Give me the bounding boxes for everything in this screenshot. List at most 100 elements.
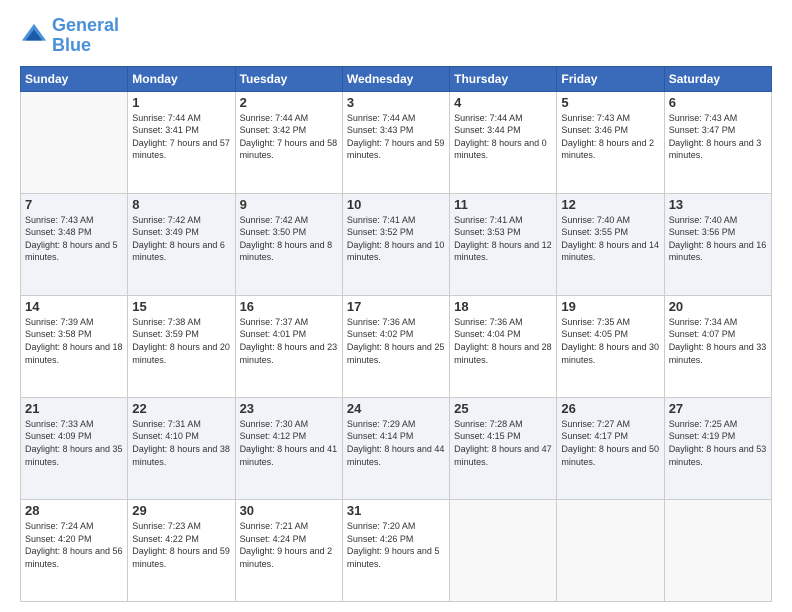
calendar-week-row: 7 Sunrise: 7:43 AMSunset: 3:48 PMDaylight…	[21, 193, 772, 295]
calendar-cell: 19 Sunrise: 7:35 AMSunset: 4:05 PMDayligh…	[557, 295, 664, 397]
calendar-cell: 10 Sunrise: 7:41 AMSunset: 3:52 PMDayligh…	[342, 193, 449, 295]
day-header-thursday: Thursday	[450, 66, 557, 91]
day-number: 27	[669, 401, 767, 416]
day-info: Sunrise: 7:43 AMSunset: 3:47 PMDaylight:…	[669, 112, 767, 162]
header: General Blue	[20, 16, 772, 56]
calendar-cell: 5 Sunrise: 7:43 AMSunset: 3:46 PMDaylight…	[557, 91, 664, 193]
day-info: Sunrise: 7:21 AMSunset: 4:24 PMDaylight:…	[240, 520, 338, 570]
day-number: 15	[132, 299, 230, 314]
day-number: 19	[561, 299, 659, 314]
day-info: Sunrise: 7:43 AMSunset: 3:46 PMDaylight:…	[561, 112, 659, 162]
calendar-body: 1 Sunrise: 7:44 AMSunset: 3:41 PMDaylight…	[21, 91, 772, 601]
calendar-cell	[21, 91, 128, 193]
day-info: Sunrise: 7:34 AMSunset: 4:07 PMDaylight:…	[669, 316, 767, 366]
day-number: 31	[347, 503, 445, 518]
calendar-cell: 23Sunrise: 7:30 AMSunset: 4:12 PMDayligh…	[235, 397, 342, 499]
day-info: Sunrise: 7:40 AMSunset: 3:56 PMDaylight:…	[669, 214, 767, 264]
day-number: 10	[347, 197, 445, 212]
calendar-cell: 30 Sunrise: 7:21 AMSunset: 4:24 PMDayligh…	[235, 499, 342, 601]
day-number: 9	[240, 197, 338, 212]
calendar-cell: 18 Sunrise: 7:36 AMSunset: 4:04 PMDayligh…	[450, 295, 557, 397]
day-info: Sunrise: 7:44 AMSunset: 3:44 PMDaylight:…	[454, 112, 552, 162]
day-number: 6	[669, 95, 767, 110]
calendar-cell: 16 Sunrise: 7:37 AMSunset: 4:01 PMDayligh…	[235, 295, 342, 397]
calendar-week-row: 28Sunrise: 7:24 AMSunset: 4:20 PMDayligh…	[21, 499, 772, 601]
day-info: Sunrise: 7:35 AMSunset: 4:05 PMDaylight:…	[561, 316, 659, 366]
calendar-header-row: SundayMondayTuesdayWednesdayThursdayFrid…	[21, 66, 772, 91]
day-info: Sunrise: 7:44 AMSunset: 3:41 PMDaylight:…	[132, 112, 230, 162]
day-number: 28	[25, 503, 123, 518]
calendar-cell: 21Sunrise: 7:33 AMSunset: 4:09 PMDayligh…	[21, 397, 128, 499]
calendar-cell: 31 Sunrise: 7:20 AMSunset: 4:26 PMDayligh…	[342, 499, 449, 601]
day-number: 30	[240, 503, 338, 518]
calendar-cell: 26 Sunrise: 7:27 AMSunset: 4:17 PMDayligh…	[557, 397, 664, 499]
day-info: Sunrise: 7:40 AMSunset: 3:55 PMDaylight:…	[561, 214, 659, 264]
calendar-cell: 1 Sunrise: 7:44 AMSunset: 3:41 PMDaylight…	[128, 91, 235, 193]
day-info: Sunrise: 7:42 AMSunset: 3:49 PMDaylight:…	[132, 214, 230, 264]
day-number: 26	[561, 401, 659, 416]
day-info: Sunrise: 7:41 AMSunset: 3:52 PMDaylight:…	[347, 214, 445, 264]
calendar-cell: 3Sunrise: 7:44 AMSunset: 3:43 PMDaylight…	[342, 91, 449, 193]
day-number: 4	[454, 95, 552, 110]
calendar-cell	[450, 499, 557, 601]
day-number: 5	[561, 95, 659, 110]
calendar-cell: 7 Sunrise: 7:43 AMSunset: 3:48 PMDaylight…	[21, 193, 128, 295]
calendar-cell: 6 Sunrise: 7:43 AMSunset: 3:47 PMDaylight…	[664, 91, 771, 193]
day-header-wednesday: Wednesday	[342, 66, 449, 91]
day-info: Sunrise: 7:36 AMSunset: 4:04 PMDaylight:…	[454, 316, 552, 366]
calendar-cell: 4 Sunrise: 7:44 AMSunset: 3:44 PMDaylight…	[450, 91, 557, 193]
day-number: 7	[25, 197, 123, 212]
calendar-cell: 29 Sunrise: 7:23 AMSunset: 4:22 PMDayligh…	[128, 499, 235, 601]
calendar-cell: 27 Sunrise: 7:25 AMSunset: 4:19 PMDayligh…	[664, 397, 771, 499]
day-info: Sunrise: 7:23 AMSunset: 4:22 PMDaylight:…	[132, 520, 230, 570]
calendar-cell: 9Sunrise: 7:42 AMSunset: 3:50 PMDaylight…	[235, 193, 342, 295]
day-number: 24	[347, 401, 445, 416]
day-header-saturday: Saturday	[664, 66, 771, 91]
day-number: 20	[669, 299, 767, 314]
day-info: Sunrise: 7:29 AMSunset: 4:14 PMDaylight:…	[347, 418, 445, 468]
logo-text: General Blue	[52, 16, 119, 56]
calendar-cell: 11Sunrise: 7:41 AMSunset: 3:53 PMDayligh…	[450, 193, 557, 295]
calendar-cell: 14 Sunrise: 7:39 AMSunset: 3:58 PMDayligh…	[21, 295, 128, 397]
day-info: Sunrise: 7:33 AMSunset: 4:09 PMDaylight:…	[25, 418, 123, 468]
day-number: 29	[132, 503, 230, 518]
logo-icon	[20, 22, 48, 50]
day-info: Sunrise: 7:36 AMSunset: 4:02 PMDaylight:…	[347, 316, 445, 366]
day-info: Sunrise: 7:43 AMSunset: 3:48 PMDaylight:…	[25, 214, 123, 264]
calendar-cell: 8 Sunrise: 7:42 AMSunset: 3:49 PMDaylight…	[128, 193, 235, 295]
day-number: 1	[132, 95, 230, 110]
day-number: 25	[454, 401, 552, 416]
day-number: 2	[240, 95, 338, 110]
day-info: Sunrise: 7:37 AMSunset: 4:01 PMDaylight:…	[240, 316, 338, 366]
day-number: 18	[454, 299, 552, 314]
calendar-cell: 28Sunrise: 7:24 AMSunset: 4:20 PMDayligh…	[21, 499, 128, 601]
day-info: Sunrise: 7:20 AMSunset: 4:26 PMDaylight:…	[347, 520, 445, 570]
day-info: Sunrise: 7:41 AMSunset: 3:53 PMDaylight:…	[454, 214, 552, 264]
day-info: Sunrise: 7:25 AMSunset: 4:19 PMDaylight:…	[669, 418, 767, 468]
logo: General Blue	[20, 16, 119, 56]
calendar-cell: 22 Sunrise: 7:31 AMSunset: 4:10 PMDayligh…	[128, 397, 235, 499]
calendar-cell: 17Sunrise: 7:36 AMSunset: 4:02 PMDayligh…	[342, 295, 449, 397]
day-number: 13	[669, 197, 767, 212]
day-info: Sunrise: 7:28 AMSunset: 4:15 PMDaylight:…	[454, 418, 552, 468]
day-number: 22	[132, 401, 230, 416]
day-number: 16	[240, 299, 338, 314]
calendar-table: SundayMondayTuesdayWednesdayThursdayFrid…	[20, 66, 772, 602]
day-number: 12	[561, 197, 659, 212]
day-info: Sunrise: 7:39 AMSunset: 3:58 PMDaylight:…	[25, 316, 123, 366]
day-info: Sunrise: 7:31 AMSunset: 4:10 PMDaylight:…	[132, 418, 230, 468]
day-number: 8	[132, 197, 230, 212]
calendar-cell	[557, 499, 664, 601]
calendar-cell: 20 Sunrise: 7:34 AMSunset: 4:07 PMDayligh…	[664, 295, 771, 397]
calendar-cell: 13 Sunrise: 7:40 AMSunset: 3:56 PMDayligh…	[664, 193, 771, 295]
day-number: 23	[240, 401, 338, 416]
calendar-cell: 24 Sunrise: 7:29 AMSunset: 4:14 PMDayligh…	[342, 397, 449, 499]
day-info: Sunrise: 7:27 AMSunset: 4:17 PMDaylight:…	[561, 418, 659, 468]
day-number: 14	[25, 299, 123, 314]
page: General Blue SundayMondayTuesdayWednesda…	[0, 0, 792, 612]
day-info: Sunrise: 7:44 AMSunset: 3:43 PMDaylight:…	[347, 112, 445, 162]
day-header-sunday: Sunday	[21, 66, 128, 91]
day-info: Sunrise: 7:38 AMSunset: 3:59 PMDaylight:…	[132, 316, 230, 366]
day-header-monday: Monday	[128, 66, 235, 91]
calendar-cell: 12 Sunrise: 7:40 AMSunset: 3:55 PMDayligh…	[557, 193, 664, 295]
